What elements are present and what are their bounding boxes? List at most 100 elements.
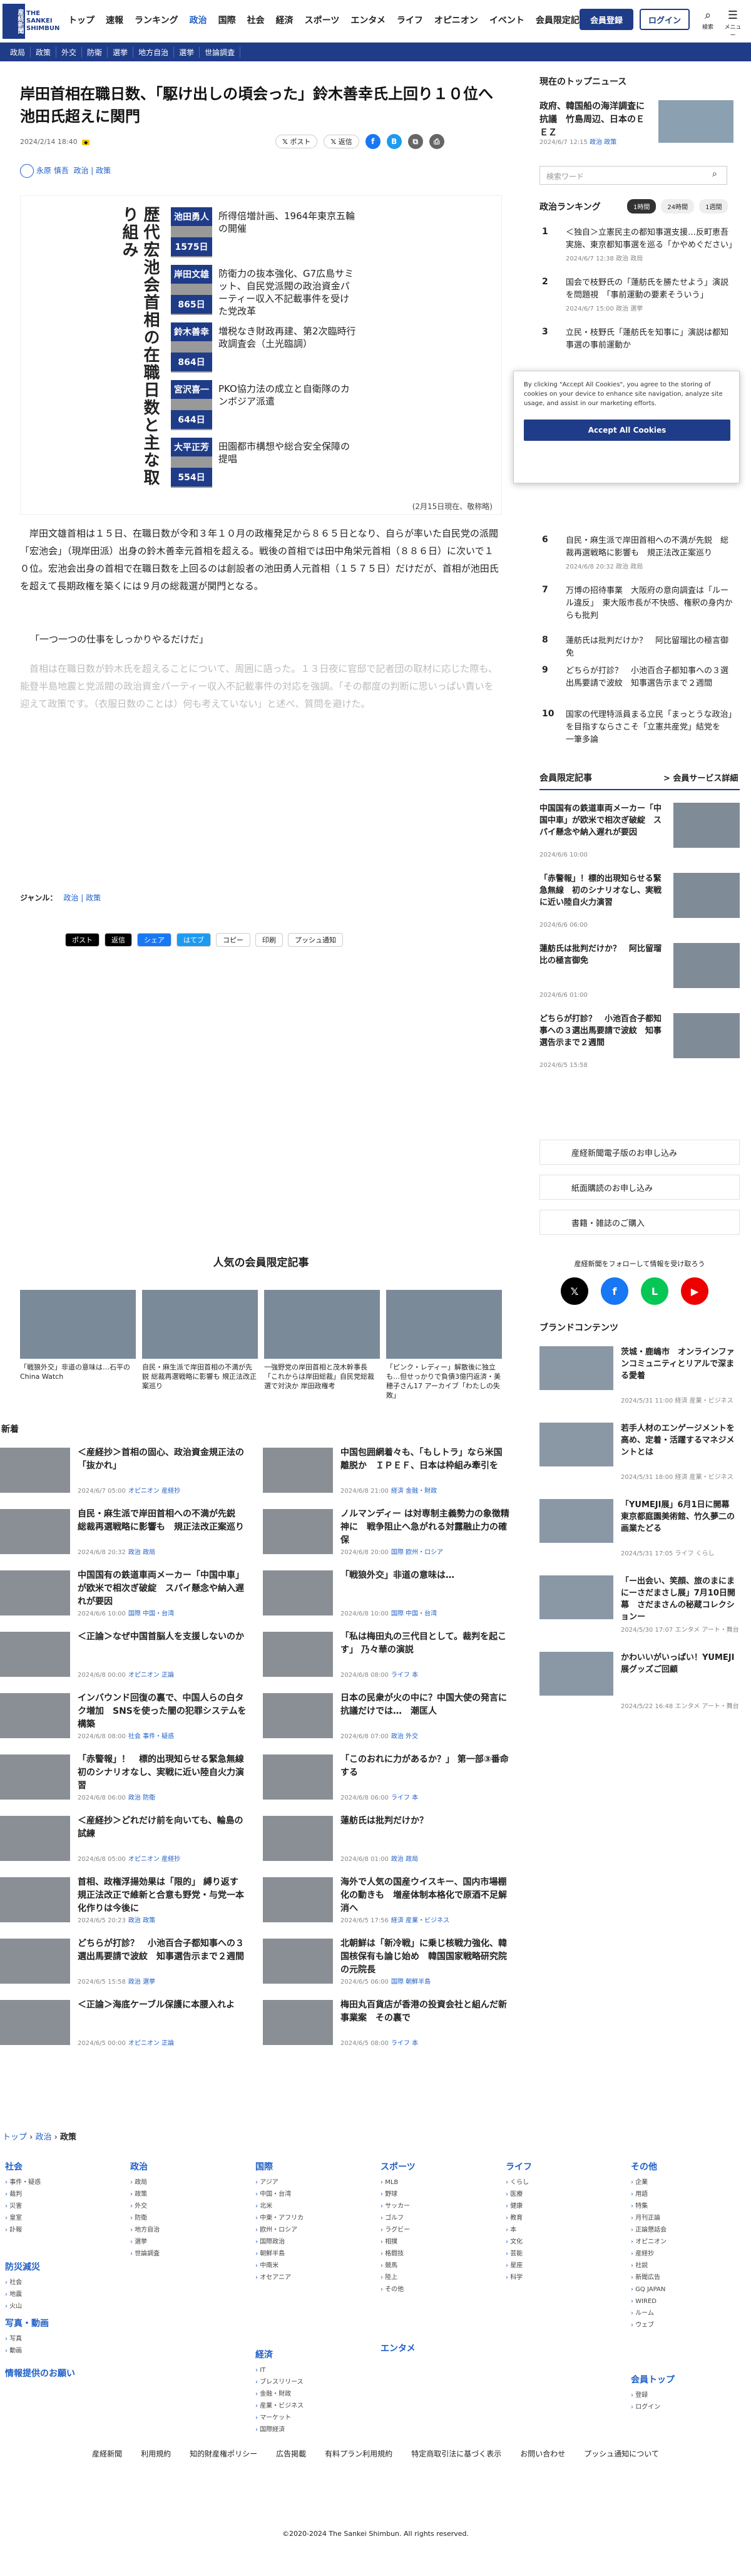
copy-icon[interactable]: ⧉ (407, 134, 423, 149)
footer-link[interactable]: アジア (255, 2177, 381, 2188)
news-item[interactable]: 「このおれに力があるか？」 第一部③番命する 2024/6/8 06:00 ライフ … (263, 1753, 513, 1810)
footer-column-heading[interactable]: スポーツ (381, 2160, 506, 2173)
footer-bar-link[interactable]: 産経新聞 (92, 2448, 122, 2459)
news-item[interactable]: ＜正論＞なぜ中国首脳人を支援しないのか 2024/6/8 00:00 オピニオン 正… (0, 1631, 250, 1687)
footer-link[interactable]: 政策 (130, 2188, 255, 2200)
footer-column-heading[interactable]: エンタメ (381, 2342, 506, 2354)
paper-subscription-link[interactable]: 紙面購読のお申し込み (539, 1175, 740, 1200)
footer-column-heading[interactable]: 情報提供のお願い (5, 2367, 130, 2379)
footer-link[interactable]: 中国・台湾 (255, 2188, 381, 2200)
footer-link[interactable]: 登録 (631, 2389, 751, 2401)
news-category[interactable]: 政治 政局 (391, 1856, 418, 1863)
crumb-top[interactable]: トップ (3, 2133, 27, 2142)
tab-1hour[interactable]: 1時間 (627, 199, 656, 214)
news-item[interactable]: 自民・麻生派で岸田首相への不満が先鋭 総裁再選戦略に影響も 規正法改正案巡り 20… (0, 1508, 250, 1564)
article-tags[interactable]: 政治 | 政策 (73, 167, 111, 175)
books-link[interactable]: 書籍・雑誌のご購入 (539, 1210, 740, 1235)
news-category[interactable]: 国際 中国・台湾 (391, 1610, 437, 1617)
nav-top[interactable]: トップ (63, 14, 100, 26)
member-card[interactable]: 「ピンク・レディー」解散後に独立も…但せっかりで負債3億円返済・美穂子さん17 … (386, 1290, 502, 1400)
footer-bar-link[interactable]: 広告掲載 (276, 2448, 306, 2459)
nav-opinion[interactable]: オピニオン (429, 14, 484, 26)
tab-24hour[interactable]: 24時間 (661, 199, 695, 214)
news-category[interactable]: ライフ 本 (391, 1672, 418, 1679)
subnav-item[interactable]: 防衛 (82, 46, 108, 58)
news-category[interactable]: 経済 産業・ビジネス (391, 1917, 449, 1924)
footer-link[interactable]: オセアニア (255, 2272, 381, 2284)
nav-entertainment[interactable]: エンタメ (345, 14, 391, 26)
news-item[interactable]: 日本の民衆が火の中に？中国大使の発言に抗議だけでは… 潮匡人 2024/6/8 0… (263, 1692, 513, 1748)
news-category[interactable]: 国際 朝鮮半島 (391, 1979, 431, 1986)
footer-link[interactable]: 星座 (506, 2260, 631, 2272)
footer-link[interactable]: 月刊正論 (631, 2212, 751, 2224)
footer-link[interactable]: 防衛 (130, 2212, 255, 2224)
member-card[interactable]: 一強野党の岸田首相と茂木幹事長「これからは岸田総裁」自民党総裁選で対決か 岸田政… (264, 1290, 380, 1400)
search-input[interactable]: 検索ワード (539, 166, 727, 185)
footer-link[interactable]: 地方自治 (130, 2224, 255, 2236)
footer-link[interactable]: 企業 (631, 2177, 751, 2188)
print-button[interactable]: 印刷 (255, 933, 283, 947)
reply-button[interactable]: 返信 (105, 933, 132, 947)
footer-link[interactable]: ブレスリリース (255, 2376, 381, 2388)
footer-link[interactable]: ルーム (631, 2307, 751, 2319)
news-category[interactable]: 国際 中国・台湾 (128, 1610, 174, 1617)
footer-link[interactable]: 社説 (631, 2260, 751, 2272)
brand-item[interactable]: かわいいがいっぱい！YUMEJI展グッズご回顧 2024/5/22 16:48 エ… (539, 1652, 740, 1727)
news-item[interactable]: どちらが打診？ 小池百合子都知事への３選出馬要請で波紋 知事選告示まで２週間 20… (0, 1937, 250, 1994)
footer-link[interactable]: 世論調査 (130, 2248, 255, 2260)
footer-column-heading[interactable]: ライフ (506, 2160, 631, 2173)
crumb-politics[interactable]: 政治 (35, 2133, 51, 2142)
brand-item[interactable]: 「YUMEJI展」6月1日に開幕 東京都庭園美術館、竹久夢二の画業たどる 2024… (539, 1499, 740, 1574)
news-item[interactable]: ＜正論＞海底ケーブル保護に本腰入れよ 2024/6/5 00:00 オピニオン 正論 (0, 1999, 250, 2055)
nav-sports[interactable]: スポーツ (299, 14, 345, 26)
footer-link[interactable]: 新聞広告 (631, 2272, 751, 2284)
footer-link[interactable]: 災害 (5, 2200, 130, 2212)
footer-column-heading[interactable]: 写真・動画 (5, 2317, 130, 2329)
footer-link[interactable]: その他 (381, 2284, 506, 2295)
news-category[interactable]: 政治 防衛 (128, 1795, 155, 1801)
footer-link[interactable]: 皇室 (5, 2212, 130, 2224)
footer-link[interactable]: 健康 (506, 2200, 631, 2212)
login-button[interactable]: ログイン (640, 9, 690, 30)
footer-link[interactable]: ウェブ (631, 2319, 751, 2331)
footer-column-heading[interactable]: 経済 (255, 2348, 381, 2361)
footer-link[interactable]: 金融・財政 (255, 2388, 381, 2400)
footer-link[interactable]: 火山 (5, 2300, 130, 2312)
site-logo[interactable]: 産経新聞 (3, 4, 25, 39)
news-category[interactable]: ライフ 本 (391, 1795, 418, 1801)
footer-link[interactable]: 訃報 (5, 2224, 130, 2236)
tab-1week[interactable]: 1週間 (699, 199, 728, 214)
footer-bar-link[interactable]: お問い合わせ (520, 2448, 565, 2459)
hatena-icon[interactable]: B (386, 134, 402, 149)
footer-link[interactable]: オピニオン (631, 2236, 751, 2248)
footer-link[interactable]: 陸上 (381, 2272, 506, 2284)
print-icon[interactable]: ⎙ (429, 134, 444, 149)
news-item[interactable]: インバウンド回復の裏で、中国人らの白タク増加 SNSを使った闇の犯罪システムを構… (0, 1692, 250, 1748)
footer-link[interactable]: 中東・アフリカ (255, 2212, 381, 2224)
footer-link[interactable]: 正論懇話会 (631, 2224, 751, 2236)
footer-column-heading[interactable]: 政治 (130, 2160, 255, 2173)
news-category[interactable]: オピニオン 正論 (128, 2040, 174, 2047)
footer-link[interactable]: ゴルフ (381, 2212, 506, 2224)
footer-link[interactable]: 北米 (255, 2200, 381, 2212)
facebook-icon[interactable]: f (365, 134, 381, 149)
news-category[interactable]: 政治 選挙 (128, 1979, 155, 1986)
digital-subscription-link[interactable]: 産経新聞電子版のお申し込み (539, 1140, 740, 1165)
news-item[interactable]: 海外で人気の国産ウイスキー、国内市場棚化の動きも 増産体制本格化で原酒不足解消へ… (263, 1876, 513, 1932)
footer-link[interactable]: ログイン (631, 2401, 751, 2413)
footer-bar-link[interactable]: 有料プラン利用規約 (325, 2448, 392, 2459)
nav-economy[interactable]: 経済 (270, 14, 299, 26)
footer-link[interactable]: 格闘技 (381, 2248, 506, 2260)
footer-link[interactable]: 裁判 (5, 2188, 130, 2200)
footer-bar-link[interactable]: 利用規約 (141, 2448, 171, 2459)
header-menu[interactable]: ☰ メニュー (723, 9, 742, 39)
footer-link[interactable]: 文化 (506, 2236, 631, 2248)
footer-link[interactable]: 朝鮮半島 (255, 2248, 381, 2260)
footer-link[interactable]: 選挙 (130, 2236, 255, 2248)
news-item[interactable]: ＜産経抄＞首相の固心、政治資金規正法の「抜かれ」 2024/6/7 05:00 オピ… (0, 1446, 250, 1503)
news-item[interactable]: 「私は梅田丸の三代目として。裁判を起こす」 乃々華の演説 2024/6/8 08:… (263, 1631, 513, 1687)
news-category[interactable]: 政治 政策 (128, 1917, 155, 1924)
news-item[interactable]: 北朝鮮は「新冷戦」に乗じ核戦力強化、韓国核保有も論じ始め 韓国国家戦略研究院の元… (263, 1937, 513, 1994)
member-card[interactable]: 「戦狼外交」非道の意味は…石平のChina Watch (20, 1290, 136, 1400)
footer-link[interactable]: 事件・疑惑 (5, 2177, 130, 2188)
